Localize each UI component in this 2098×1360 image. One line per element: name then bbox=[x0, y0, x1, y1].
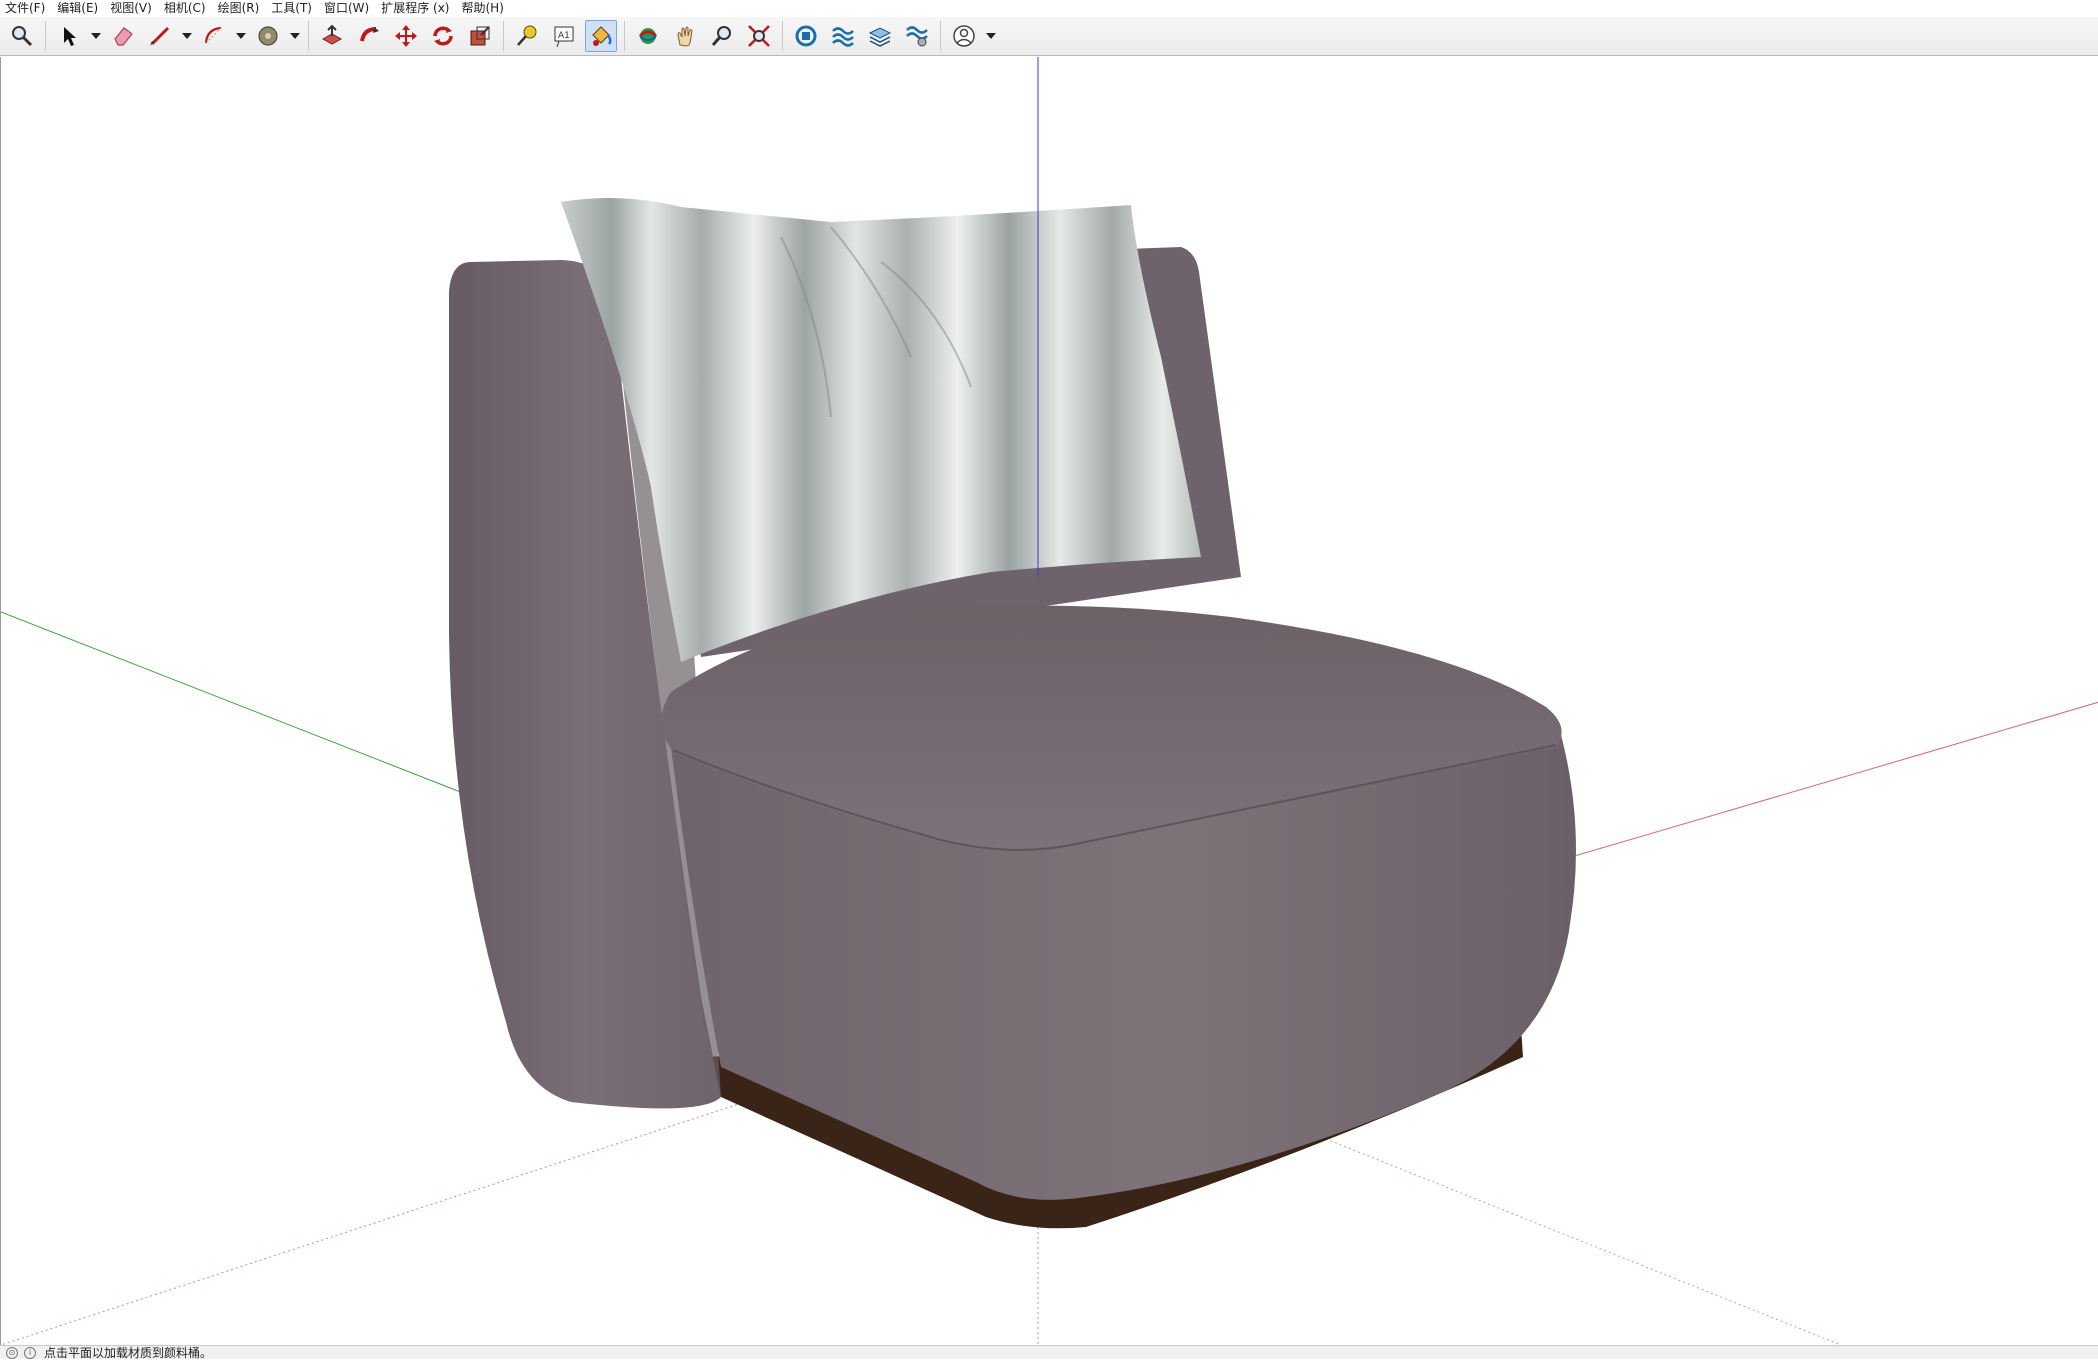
green-axis-dotted bbox=[1320, 1136, 1842, 1345]
select-dropdown[interactable] bbox=[90, 21, 102, 51]
circle-icon bbox=[258, 26, 278, 46]
toolbar-separator bbox=[624, 21, 625, 51]
eraser-icon bbox=[114, 27, 133, 46]
orbit-icon bbox=[638, 28, 658, 44]
extension-manager-icon bbox=[906, 26, 928, 47]
scale-button[interactable] bbox=[464, 20, 496, 52]
paint-bucket-button[interactable] bbox=[585, 20, 617, 52]
line-icon bbox=[150, 26, 170, 46]
extension-warehouse-button[interactable] bbox=[827, 20, 859, 52]
main-toolbar: A1 bbox=[0, 17, 2098, 56]
toolbar-separator bbox=[782, 21, 783, 51]
model-viewport[interactable] bbox=[0, 57, 2098, 1345]
zoom-button[interactable] bbox=[6, 20, 38, 52]
arc-dropdown[interactable] bbox=[235, 21, 247, 51]
extension-manager-button[interactable] bbox=[901, 20, 933, 52]
warehouse-icon bbox=[795, 25, 817, 47]
chevron-down-icon bbox=[91, 33, 101, 39]
toolbar-separator bbox=[308, 21, 309, 51]
zoom-extents-icon bbox=[748, 25, 770, 47]
line-button[interactable] bbox=[144, 20, 176, 52]
status-geo-icon[interactable]: ⊙ bbox=[6, 1346, 18, 1359]
scale-icon bbox=[470, 26, 490, 46]
warehouse-button[interactable] bbox=[790, 20, 822, 52]
menu-item-6[interactable]: 窗口(W) bbox=[319, 0, 376, 17]
chevron-down-icon bbox=[986, 33, 996, 39]
menu-item-2[interactable]: 视图(V) bbox=[105, 0, 159, 17]
arc-icon bbox=[204, 26, 222, 44]
follow-me-button[interactable] bbox=[353, 20, 385, 52]
account-button[interactable] bbox=[948, 20, 980, 52]
red-axis-dotted bbox=[1, 1099, 752, 1345]
menu-item-3[interactable]: 相机(C) bbox=[159, 0, 213, 17]
menu-item-0[interactable]: 文件(F) bbox=[0, 0, 52, 17]
account-dropdown[interactable] bbox=[985, 21, 997, 51]
status-bar: ⊙ i 点击平面以加载材质到颜料桶。 bbox=[0, 1345, 2098, 1360]
green-axis bbox=[1, 611, 487, 803]
orbit-button[interactable] bbox=[632, 20, 664, 52]
menu-item-4[interactable]: 绘图(R) bbox=[213, 0, 267, 17]
push-pull-icon bbox=[321, 24, 343, 45]
menu-item-8[interactable]: 帮助(H) bbox=[456, 0, 510, 17]
eraser-button[interactable] bbox=[107, 20, 139, 52]
zoom-extents-button[interactable] bbox=[743, 20, 775, 52]
paint-bucket-icon bbox=[592, 26, 612, 46]
select-button[interactable] bbox=[53, 20, 85, 52]
move-button[interactable] bbox=[390, 20, 422, 52]
status-message: 点击平面以加载材质到颜料桶。 bbox=[44, 1345, 213, 1360]
menu-item-1[interactable]: 编辑(E) bbox=[52, 0, 105, 17]
toolbar-separator bbox=[45, 21, 46, 51]
pan-icon bbox=[677, 26, 693, 47]
extension-warehouse-icon bbox=[832, 27, 854, 47]
follow-me-icon bbox=[360, 27, 379, 42]
arc-button[interactable] bbox=[198, 20, 230, 52]
status-info-icon[interactable]: i bbox=[24, 1346, 36, 1359]
rotate-button[interactable] bbox=[427, 20, 459, 52]
account-icon bbox=[953, 25, 975, 47]
chevron-down-icon bbox=[182, 33, 192, 39]
menu-bar: 文件(F) 编辑(E) 视图(V) 相机(C) 绘图(R) 工具(T) 窗口(W) 扩展程序 … bbox=[0, 0, 2098, 17]
tape-measure-button[interactable] bbox=[511, 20, 543, 52]
chevron-down-icon bbox=[236, 33, 246, 39]
menu-item-7[interactable]: 扩展程序 (x) bbox=[376, 0, 456, 17]
zoom-tool-icon bbox=[711, 26, 731, 46]
toolbar-separator bbox=[940, 21, 941, 51]
pan-button[interactable] bbox=[669, 20, 701, 52]
circle-button[interactable] bbox=[252, 20, 284, 52]
move-icon bbox=[395, 25, 417, 47]
menu-item-5[interactable]: 工具(T) bbox=[266, 0, 319, 17]
text-icon: A1 bbox=[554, 26, 574, 48]
layers-icon bbox=[868, 27, 892, 47]
scene-canvas[interactable] bbox=[1, 57, 2098, 1345]
circle-dropdown[interactable] bbox=[289, 21, 301, 51]
zoom-tool-button[interactable] bbox=[706, 20, 738, 52]
select-icon bbox=[64, 27, 76, 46]
rotate-icon bbox=[433, 26, 453, 46]
chevron-down-icon bbox=[290, 33, 300, 39]
line-dropdown[interactable] bbox=[181, 21, 193, 51]
toolbar-separator bbox=[503, 21, 504, 51]
red-axis bbox=[1570, 701, 2098, 858]
svg-text:A1: A1 bbox=[558, 31, 570, 41]
layers-button[interactable] bbox=[864, 20, 896, 52]
zoom-icon bbox=[12, 26, 33, 47]
tape-measure-icon bbox=[517, 25, 537, 46]
text-button[interactable]: A1 bbox=[548, 20, 580, 52]
push-pull-button[interactable] bbox=[316, 20, 348, 52]
